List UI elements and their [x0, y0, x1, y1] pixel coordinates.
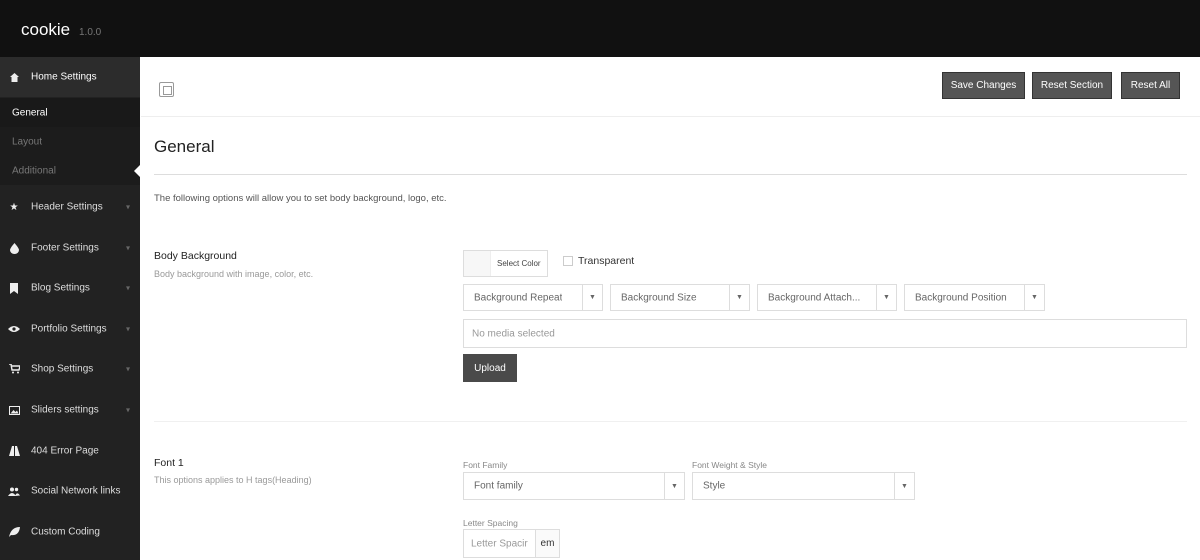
color-swatch	[464, 251, 491, 276]
background-position-select[interactable]: Background Position ▼	[904, 284, 1045, 311]
media-field[interactable]: No media selected	[463, 319, 1187, 348]
background-repeat-select[interactable]: Background Repeat ▼	[463, 284, 603, 311]
body-background-title: Body Background	[154, 250, 237, 262]
chevron-down-icon: ▾	[125, 364, 130, 374]
users-icon	[8, 485, 20, 497]
active-section-pointer	[134, 164, 141, 178]
chevron-down-icon: ▼	[729, 285, 749, 310]
chevron-down-icon: ▾	[125, 283, 130, 293]
sidebar-subitem-label: General	[12, 107, 48, 118]
sidebar-item-shop-settings[interactable]: Shop Settings ▾	[0, 349, 140, 389]
sidebar-subitem-layout[interactable]: Layout	[0, 127, 140, 156]
select-value: Style	[703, 480, 726, 492]
chevron-down-icon: ▼	[582, 285, 602, 310]
save-changes-button[interactable]: Save Changes	[942, 72, 1025, 99]
sidebar-item-label: Social Network links	[31, 485, 121, 497]
sidebar-item-label: Sliders settings	[31, 404, 99, 416]
upload-button[interactable]: Upload	[463, 354, 517, 382]
sidebar-item-label: Custom Coding	[31, 526, 100, 538]
app-version: 1.0.0	[79, 27, 102, 38]
sidebar-item-label: Header Settings	[31, 201, 103, 213]
star-icon: ★	[9, 201, 19, 213]
sidebar-item-label: 404 Error Page	[31, 445, 99, 457]
sidebar-item-blog-settings[interactable]: Blog Settings ▾	[0, 268, 140, 308]
transparent-checkbox[interactable]	[563, 256, 573, 266]
sidebar-subitem-additional[interactable]: Additional	[0, 156, 140, 185]
home-icon	[8, 71, 20, 83]
chevron-down-icon: ▾	[125, 243, 130, 253]
background-attachment-select[interactable]: Background Attach... ▼	[757, 284, 897, 311]
top-bar: cookie 1.0.0	[0, 0, 1200, 57]
transparent-label: Transparent	[578, 255, 635, 267]
sidebar-item-label: Shop Settings	[31, 363, 94, 375]
select-value: Background Size	[621, 292, 697, 303]
reset-section-button[interactable]: Reset Section	[1032, 72, 1112, 99]
body-background-subtitle: Body background with image, color, etc.	[154, 269, 314, 279]
font-weight-select[interactable]: Style ▼	[692, 472, 915, 500]
app-title: cookie	[21, 20, 71, 39]
chevron-down-icon: ▾	[125, 324, 130, 334]
font1-subtitle: This options applies to H tags(Heading)	[154, 475, 312, 485]
divider	[141, 116, 1200, 117]
expand-icon[interactable]	[159, 82, 174, 97]
sidebar-item-label: Home Settings	[31, 71, 97, 83]
eye-icon	[8, 323, 20, 335]
divider	[154, 174, 1187, 175]
font-family-select[interactable]: Font family ▼	[463, 472, 685, 500]
letter-spacing-unit: em	[535, 529, 560, 558]
sidebar-item-sliders-settings[interactable]: Sliders settings ▾	[0, 390, 140, 430]
font-weight-label: Font Weight & Style	[692, 460, 767, 470]
cart-icon	[8, 363, 20, 375]
media-placeholder: No media selected	[472, 328, 555, 339]
image-icon	[8, 404, 20, 416]
sidebar: Home Settings General Layout Additional …	[0, 57, 141, 560]
sidebar-item-label: Portfolio Settings	[31, 323, 107, 335]
reset-all-button[interactable]: Reset All	[1121, 72, 1180, 99]
sidebar-item-custom-coding[interactable]: Custom Coding	[0, 512, 140, 552]
drop-icon	[8, 242, 20, 254]
bookmark-icon	[8, 282, 20, 294]
sidebar-subitem-label: Additional	[12, 165, 56, 176]
sidebar-item-label: Blog Settings	[31, 282, 90, 294]
sidebar-subitem-general[interactable]: General	[0, 98, 140, 127]
sidebar-item-footer-settings[interactable]: Footer Settings ▾	[0, 228, 140, 268]
select-color-label: Select Color	[497, 259, 541, 268]
sidebar-item-404-error-page[interactable]: 404 Error Page	[0, 431, 140, 471]
road-icon	[8, 445, 20, 457]
chevron-down-icon: ▼	[1024, 285, 1044, 310]
sidebar-item-home-settings[interactable]: Home Settings	[0, 57, 140, 97]
sidebar-subitem-label: Layout	[12, 136, 43, 147]
chevron-down-icon: ▾	[125, 405, 130, 415]
select-value: Font family	[474, 480, 523, 492]
page-title: General	[154, 137, 215, 156]
letter-spacing-placeholder: Letter Spacir	[471, 538, 528, 549]
select-value: Background Attach...	[768, 292, 861, 303]
chevron-down-icon: ▼	[876, 285, 896, 310]
sidebar-item-label: Footer Settings	[31, 242, 99, 254]
font-family-label: Font Family	[463, 460, 508, 470]
sidebar-item-portfolio-settings[interactable]: Portfolio Settings ▾	[0, 309, 140, 349]
chevron-down-icon: ▾	[125, 202, 130, 212]
chevron-down-icon: ▼	[664, 473, 684, 499]
sidebar-item-header-settings[interactable]: ★ Header Settings ▾	[0, 187, 140, 227]
background-size-select[interactable]: Background Size ▼	[610, 284, 750, 311]
letter-spacing-input[interactable]: Letter Spacir	[463, 529, 536, 558]
color-picker[interactable]: Select Color	[463, 250, 548, 277]
chevron-down-icon: ▼	[894, 473, 914, 499]
leaf-icon	[8, 526, 20, 538]
sidebar-item-social-network-links[interactable]: Social Network links	[0, 471, 140, 511]
font1-title: Font 1	[154, 457, 184, 469]
main-panel: Save Changes Reset Section Reset All Gen…	[141, 57, 1200, 560]
letter-spacing-label: Letter Spacing	[463, 518, 518, 528]
page-description: The following options will allow you to …	[154, 193, 447, 204]
divider	[154, 421, 1187, 422]
select-value: Background Position	[915, 292, 1007, 303]
select-value: Background Repeat	[474, 292, 563, 303]
